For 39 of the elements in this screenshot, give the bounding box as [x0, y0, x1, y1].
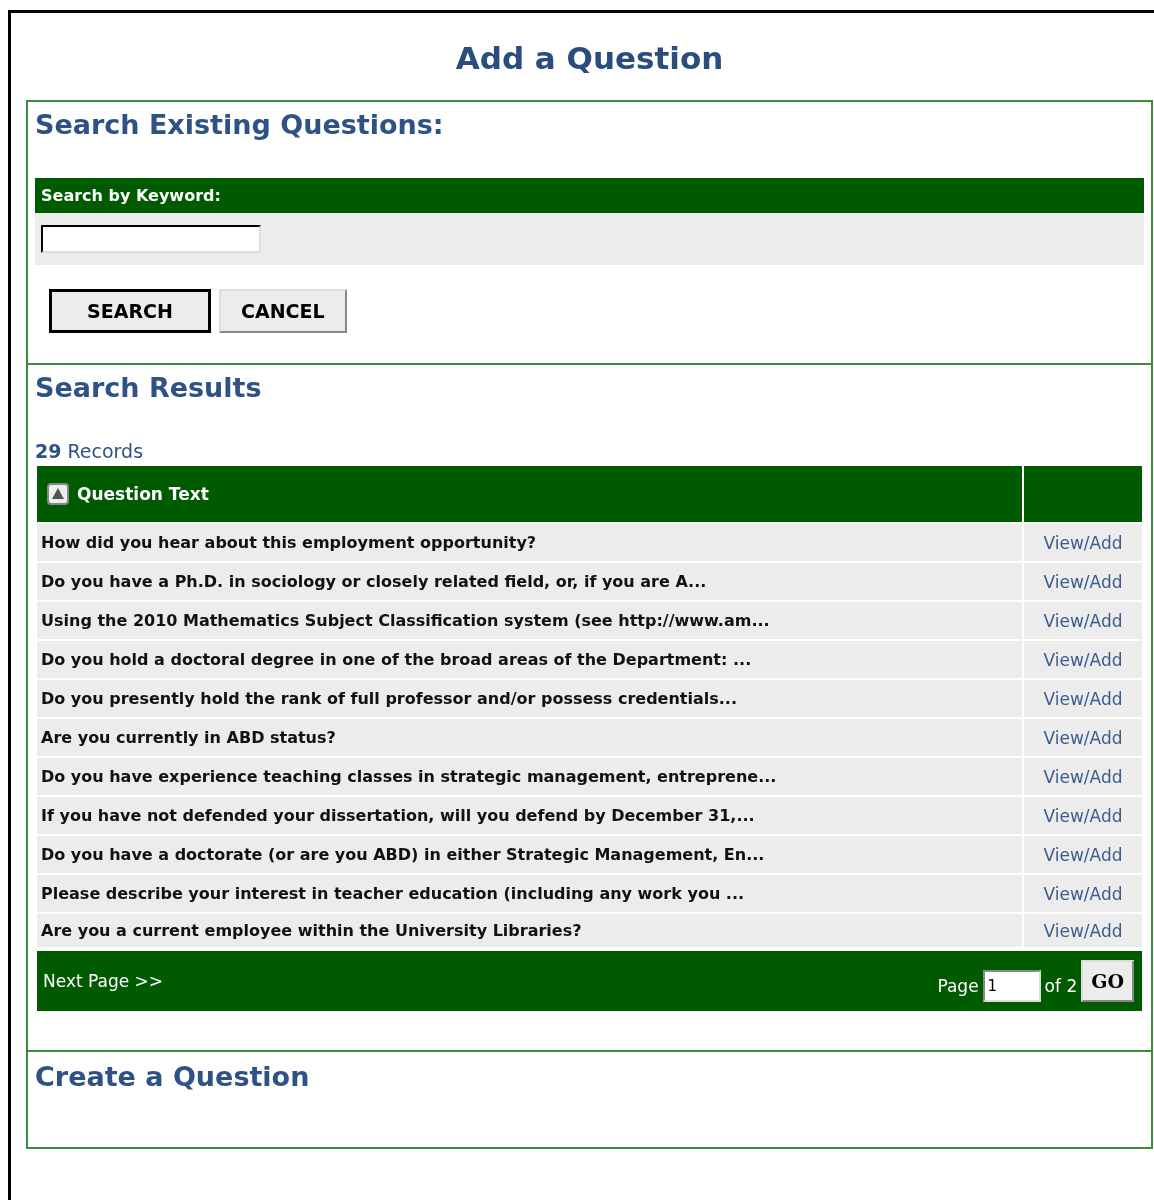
- view-add-link[interactable]: View/Add: [1043, 920, 1123, 941]
- keyword-field[interactable]: [41, 225, 261, 253]
- view-add-link[interactable]: View/Add: [1043, 571, 1123, 592]
- question-text: How did you hear about this employment opportunity?: [41, 533, 537, 552]
- section-heading: Search Results: [35, 371, 262, 405]
- question-text: Are you a current employee within the University Libraries?: [41, 921, 582, 940]
- question-text: Using the 2010 Mathematics Subject Classification system (see http://www.am...: [41, 611, 770, 630]
- question-text: Do you have experience teaching classes in strategic management, entreprene...: [41, 767, 777, 786]
- view-add-link[interactable]: View/Add: [1043, 766, 1123, 787]
- view-add-link[interactable]: View/Add: [1043, 727, 1123, 748]
- section-heading: Search Existing Questions:: [35, 108, 444, 142]
- question-text: Do you presently hold the rank of full professor and/or possess credentials...: [41, 689, 737, 708]
- view-add-link[interactable]: View/Add: [1043, 688, 1123, 709]
- field-label: Search by Keyword:: [41, 186, 221, 205]
- sort-up-icon[interactable]: [47, 483, 69, 505]
- go-button[interactable]: GO: [1081, 960, 1134, 1002]
- page-total: of 2: [1044, 976, 1078, 996]
- action-button[interactable]: SEARCH: [49, 289, 211, 333]
- question-text: Do you have a Ph.D. in sociology or closely related field, or, if you are A...: [41, 572, 707, 591]
- view-add-link[interactable]: View/Add: [1043, 883, 1123, 904]
- page-title: Add a Question: [455, 39, 724, 76]
- view-add-link[interactable]: View/Add: [1043, 532, 1123, 553]
- question-text: Do you hold a doctoral degree in one of the broad areas of the Department: ...: [41, 650, 752, 669]
- question-text: Please describe your interest in teacher education (including any work you ...: [41, 884, 745, 903]
- record-count: 29 Records: [35, 440, 144, 462]
- view-add-link[interactable]: View/Add: [1043, 649, 1123, 670]
- view-add-link[interactable]: View/Add: [1043, 805, 1123, 826]
- column-header[interactable]: Question Text: [36, 466, 1023, 523]
- next-page-link[interactable]: Next Page >>: [43, 971, 164, 991]
- question-text: Are you currently in ABD status?: [41, 728, 336, 747]
- view-add-link[interactable]: View/Add: [1043, 844, 1123, 865]
- question-text: If you have not defended your dissertation, will you defend by December 31,...: [41, 806, 755, 825]
- section-heading: Create a Question: [35, 1060, 310, 1094]
- question-text: Do you have a doctorate (or are you ABD) in either Strategic Management, En...: [41, 845, 765, 864]
- column-title: Question Text: [77, 484, 209, 504]
- action-button[interactable]: CANCEL: [219, 289, 347, 333]
- page-field[interactable]: 1: [982, 970, 1041, 1002]
- view-add-link[interactable]: View/Add: [1043, 610, 1123, 631]
- page-label: Page: [937, 976, 979, 996]
